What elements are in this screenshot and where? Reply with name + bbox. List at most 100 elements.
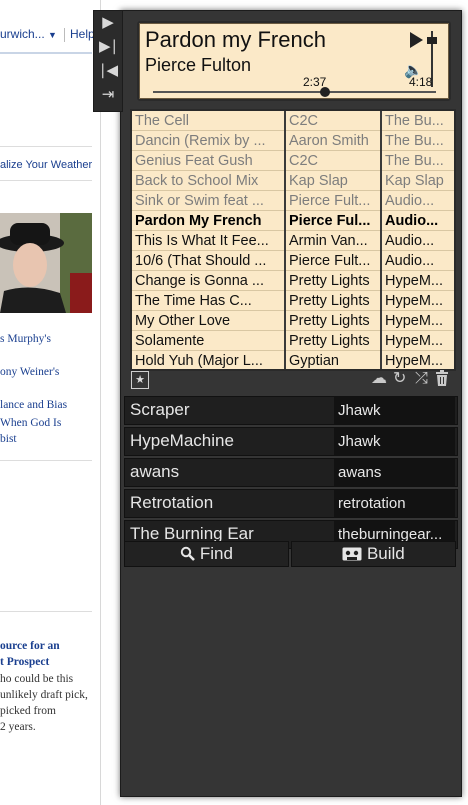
- cassette-icon: [342, 544, 367, 563]
- playlist-row[interactable]: Genius Feat Gush C2C The Bu...: [132, 150, 454, 171]
- playlist-row[interactable]: Solamente Pretty Lights HypeM...: [132, 330, 454, 351]
- previous-track-icon[interactable]: ∣◀: [99, 62, 118, 80]
- track-title-cell: Solamente: [132, 330, 286, 351]
- track-source-cell: Kap Slap: [381, 170, 454, 191]
- track-artist-cell: C2C: [285, 111, 382, 131]
- track-artist-cell: Pierce Fult...: [285, 190, 382, 211]
- track-title-cell: This Is What It Fee...: [132, 230, 286, 251]
- track-title-cell: My Other Love: [132, 310, 286, 331]
- headline-link-3[interactable]: lance and Bias: [0, 399, 67, 411]
- track-source-cell: HypeM...: [381, 350, 454, 369]
- article-body-line-2: unlikely draft pick,: [0, 689, 88, 701]
- playlist-row[interactable]: My Other Love Pretty Lights HypeM...: [132, 310, 454, 331]
- seek-bar[interactable]: [153, 87, 436, 97]
- source-name: awans: [130, 462, 180, 481]
- track-title-cell: Pardon My French: [132, 210, 286, 231]
- article-title-line-2[interactable]: t Prospect: [0, 656, 49, 668]
- next-track-icon[interactable]: ▶∣: [99, 38, 118, 56]
- shuffle-icon[interactable]: ⤮: [415, 370, 428, 388]
- headline-link-1[interactable]: s Murphy's: [0, 333, 51, 345]
- track-artist-cell: Pretty Lights: [285, 310, 382, 331]
- track-artist-cell: Pretty Lights: [285, 330, 382, 351]
- now-playing-artist: Pierce Fulton: [145, 55, 252, 75]
- source-row-hypemachine[interactable]: HypeMachine Jhawk: [124, 427, 458, 456]
- dropdown-arrow-icon: ▼: [48, 30, 57, 40]
- playlist-row[interactable]: 10/6 (That Should ... Pierce Fult... Audio…: [132, 250, 454, 271]
- source-name: Retrotation: [130, 493, 214, 512]
- total-duration: 4:18: [409, 75, 433, 89]
- playlist-row[interactable]: Dancin (Remix by ... Aaron Smith The Bu...: [132, 130, 454, 151]
- track-artist-cell: Pretty Lights: [285, 290, 382, 311]
- track-title-cell: Back to School Mix: [132, 170, 286, 191]
- source-row-retrotation[interactable]: Retrotation retrotation: [124, 489, 458, 518]
- source-value-field[interactable]: Jhawk: [334, 428, 455, 455]
- personalize-weather-link[interactable]: alize Your Weather: [0, 159, 92, 171]
- cloud-icon[interactable]: ☁: [371, 370, 387, 388]
- build-button[interactable]: Build: [291, 541, 456, 567]
- headline-link-3c[interactable]: bist: [0, 433, 17, 445]
- track-title-cell: The Cell: [132, 111, 286, 131]
- track-source-cell: The Bu...: [381, 111, 454, 131]
- play-icon[interactable]: [410, 32, 423, 48]
- track-source-cell: The Bu...: [381, 130, 454, 151]
- now-playing-title: Pardon my French: [145, 27, 326, 52]
- volume-slider-handle[interactable]: [427, 36, 437, 44]
- playlist-row[interactable]: This Is What It Fee... Armin Van... Audio.…: [132, 230, 454, 251]
- location-dropdown[interactable]: urwich... ▼: [0, 27, 57, 41]
- transport-controls: ▶ ▶∣ ∣◀ ⇥: [93, 10, 123, 112]
- music-player-panel: Pardon my French Pierce Fulton 🔈 2:37 4:…: [120, 10, 462, 797]
- seek-handle[interactable]: [320, 87, 331, 97]
- source-name: HypeMachine: [130, 431, 234, 450]
- article-body-line-1: ho could be this: [0, 673, 74, 685]
- article-body-line-3: picked from: [0, 705, 56, 717]
- find-button-label: Find: [199, 544, 233, 563]
- background-web-page: urwich... ▼ Help alize Your Weather s Mu…: [0, 0, 105, 805]
- action-bar: Find Build: [124, 541, 458, 567]
- star-icon[interactable]: ★: [131, 371, 149, 389]
- track-source-cell: Audio...: [381, 210, 454, 231]
- playlist-row[interactable]: Sink or Swim feat ... Pierce Fult... Audio…: [132, 190, 454, 211]
- help-link[interactable]: Help: [70, 27, 95, 41]
- track-artist-cell: Aaron Smith: [285, 130, 382, 151]
- playlist-row[interactable]: Back to School Mix Kap Slap Kap Slap: [132, 170, 454, 191]
- track-title-cell: The Time Has C...: [132, 290, 286, 311]
- playlist-toolbar: ★ ☁ ↻ ⤮: [121, 369, 461, 391]
- play-icon[interactable]: ▶: [99, 14, 117, 32]
- track-source-cell: Audio...: [381, 230, 454, 251]
- track-source-cell: HypeM...: [381, 270, 454, 291]
- track-title-cell: Dancin (Remix by ...: [132, 130, 286, 151]
- playlist-table: The Cell C2C The Bu... Dancin (Remix by ...…: [132, 111, 454, 369]
- playlist-row[interactable]: The Time Has C... Pretty Lights HypeM...: [132, 290, 454, 311]
- article-title-line-1[interactable]: ource for an: [0, 640, 60, 652]
- track-artist-cell: Pretty Lights: [285, 270, 382, 291]
- playlist-row[interactable]: Hold Yuh (Major L... Gyptian HypeM...: [132, 350, 454, 369]
- track-artist-cell: Armin Van...: [285, 230, 382, 251]
- source-value-field[interactable]: retrotation: [334, 490, 455, 517]
- trash-icon[interactable]: [435, 370, 449, 391]
- refresh-icon[interactable]: ↻: [393, 370, 406, 388]
- headline-link-2[interactable]: ony Weiner's: [0, 366, 59, 378]
- track-title-cell: Change is Gonna ...: [132, 270, 286, 291]
- playlist-row[interactable]: Change is Gonna ... Pretty Lights HypeM...: [132, 270, 454, 291]
- expand-panel-icon[interactable]: ⇥: [99, 86, 117, 104]
- source-value-field[interactable]: awans: [334, 459, 455, 486]
- playlist-row[interactable]: The Cell C2C The Bu...: [132, 111, 454, 131]
- track-title-cell: 10/6 (That Should ...: [132, 250, 286, 271]
- find-button[interactable]: Find: [124, 541, 289, 567]
- track-source-cell: HypeM...: [381, 330, 454, 351]
- playlist[interactable]: The Cell C2C The Bu... Dancin (Remix by ...…: [130, 109, 456, 371]
- source-row-awans[interactable]: awans awans: [124, 458, 458, 487]
- track-source-cell: The Bu...: [381, 150, 454, 171]
- source-row-scraper[interactable]: Scraper Jhawk: [124, 396, 458, 425]
- source-name: Scraper: [130, 400, 190, 419]
- track-title-cell: Genius Feat Gush: [132, 150, 286, 171]
- track-artist-cell: Pierce Fult...: [285, 250, 382, 271]
- build-button-label: Build: [366, 544, 405, 563]
- source-value-field[interactable]: Jhawk: [334, 397, 455, 424]
- magnifier-icon: [180, 544, 200, 563]
- headline-link-3b[interactable]: When God Is: [0, 417, 61, 429]
- news-photo[interactable]: [0, 213, 92, 313]
- playlist-row-current[interactable]: Pardon My French Pierce Ful... Audio...: [132, 210, 454, 231]
- track-title-cell: Hold Yuh (Major L...: [132, 350, 286, 369]
- now-playing-display: Pardon my French Pierce Fulton 🔈 2:37 4:…: [137, 21, 451, 101]
